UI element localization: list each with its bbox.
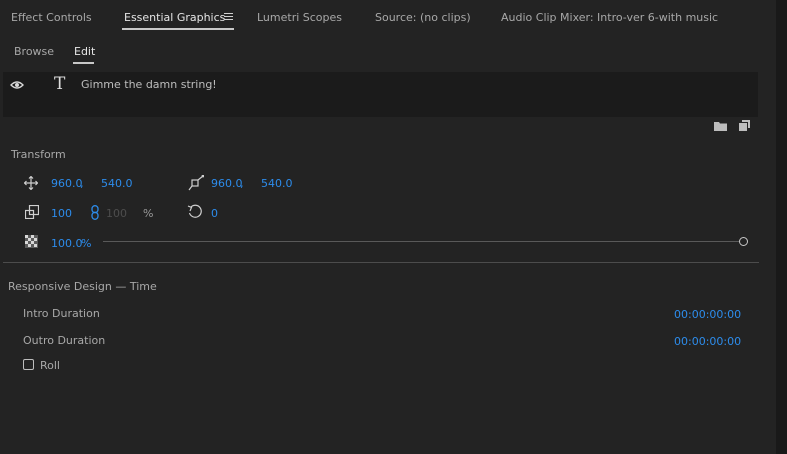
text-layer-icon: T (54, 74, 66, 94)
responsive-design-title: Responsive Design — Time (8, 280, 157, 293)
tab-effect-controls[interactable]: Effect Controls (11, 11, 92, 24)
opacity-unit: % (81, 237, 92, 250)
active-subtab-indicator (73, 62, 94, 64)
subtab-browse[interactable]: Browse (14, 45, 54, 58)
anchor-point-icon (188, 174, 205, 194)
roll-label: Roll (40, 359, 60, 372)
transform-title: Transform (11, 148, 66, 161)
scale-height-value: 100 (106, 207, 127, 220)
roll-checkbox[interactable] (23, 359, 34, 370)
scale-icon (24, 204, 40, 222)
tab-source[interactable]: Source: (no clips) (375, 11, 471, 24)
anchor-y-value[interactable]: 540.0 (261, 177, 293, 190)
tab-audio-clip-mixer[interactable]: Audio Clip Mixer: Intro-ver 6-with music (501, 11, 718, 24)
intro-duration-label: Intro Duration (23, 307, 100, 320)
outro-duration-value[interactable]: 00:00:00:00 (674, 335, 741, 348)
opacity-slider-handle[interactable] (739, 237, 748, 246)
folder-icon[interactable] (714, 121, 727, 134)
position-separator: , (80, 177, 84, 190)
new-layer-icon[interactable] (739, 120, 750, 134)
rotation-value[interactable]: 0 (211, 207, 218, 220)
anchor-separator: , (240, 177, 244, 190)
section-divider (3, 262, 759, 263)
active-tab-indicator (122, 28, 234, 30)
anchor-x-value[interactable]: 960.0 (211, 177, 243, 190)
scale-width-value[interactable]: 100 (51, 207, 72, 220)
layer-name[interactable]: Gimme the damn string! (81, 78, 217, 91)
subtab-edit[interactable]: Edit (74, 45, 95, 58)
opacity-icon (25, 235, 38, 251)
panel-tab-bar: Effect Controls Essential Graphics Lumet… (0, 0, 776, 36)
outro-duration-label: Outro Duration (23, 334, 106, 347)
tab-lumetri-scopes[interactable]: Lumetri Scopes (257, 11, 342, 24)
panel-menu-icon[interactable] (224, 13, 233, 22)
opacity-slider[interactable] (103, 241, 739, 242)
scale-unit: % (143, 207, 154, 220)
intro-duration-value[interactable]: 00:00:00:00 (674, 308, 741, 321)
rotation-icon (187, 204, 204, 223)
position-y-value[interactable]: 540.0 (101, 177, 133, 190)
eye-icon[interactable] (10, 80, 24, 93)
tab-essential-graphics[interactable]: Essential Graphics (124, 11, 225, 24)
panel-scrollbar[interactable] (776, 0, 787, 454)
link-icon[interactable] (91, 205, 99, 223)
opacity-value[interactable]: 100.0 (51, 237, 83, 250)
position-icon (23, 175, 39, 193)
position-x-value[interactable]: 960.0 (51, 177, 83, 190)
